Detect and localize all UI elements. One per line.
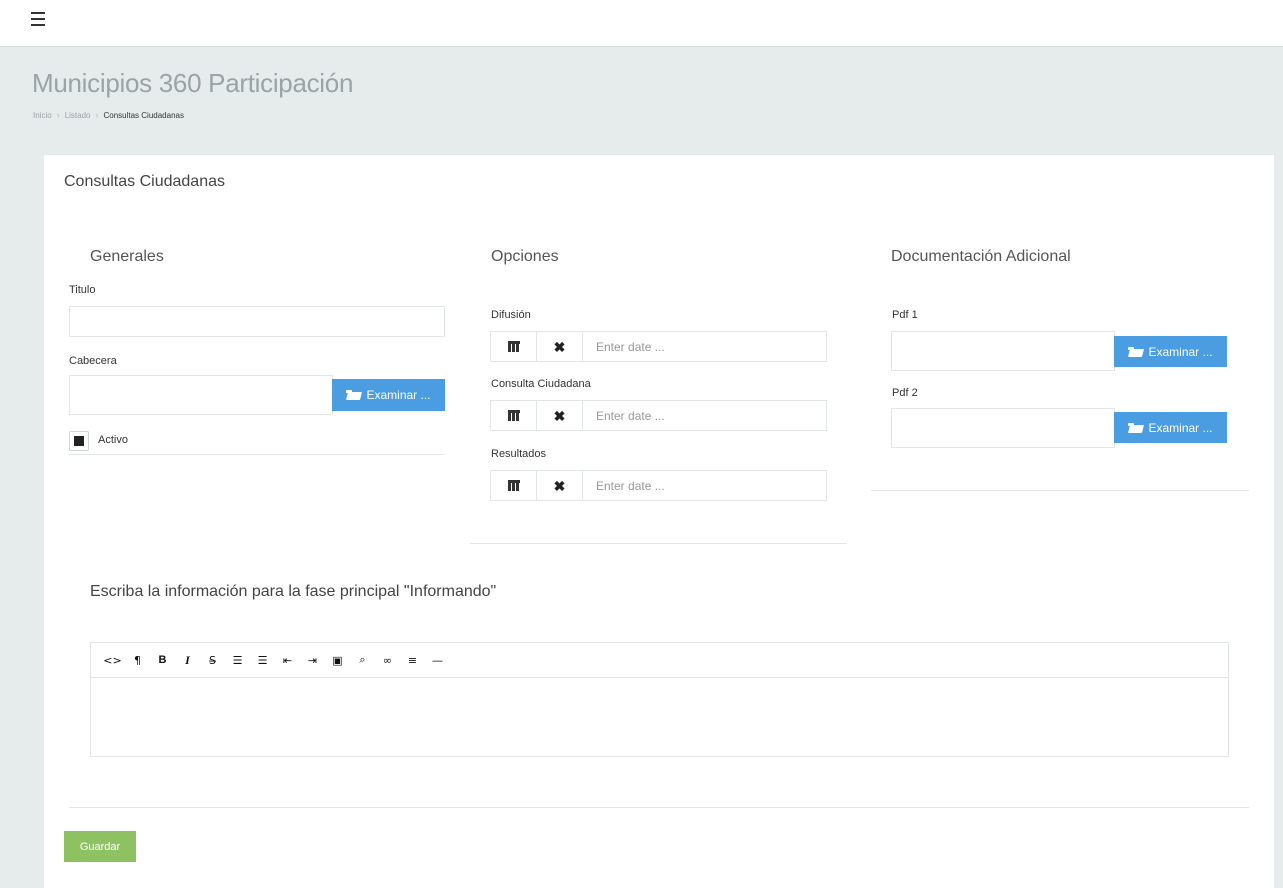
difusion-date-input[interactable] xyxy=(583,332,826,361)
close-icon: ✖ xyxy=(553,338,566,355)
section-title-generales: Generales xyxy=(90,248,164,265)
calendar-icon xyxy=(507,480,520,491)
calendar-icon xyxy=(507,341,520,352)
cabecera-file-input[interactable] xyxy=(69,375,333,415)
hamburger-menu-icon[interactable] xyxy=(31,12,45,26)
close-icon: ✖ xyxy=(553,477,566,494)
editor-content-area[interactable] xyxy=(91,678,1228,757)
clear-date-button[interactable]: ✖ xyxy=(537,401,583,430)
ordered-list-icon[interactable]: ☰ xyxy=(250,643,275,677)
folder-open-icon xyxy=(1128,422,1143,433)
titulo-input[interactable] xyxy=(69,306,445,337)
resultados-date-input[interactable] xyxy=(583,471,826,500)
calendar-icon xyxy=(507,410,520,421)
close-icon: ✖ xyxy=(553,407,566,424)
divider xyxy=(69,454,445,455)
bold-icon[interactable]: B xyxy=(150,643,175,677)
save-button[interactable]: Guardar xyxy=(64,831,136,862)
consulta-ciudadana-date-input[interactable] xyxy=(583,401,826,430)
divider xyxy=(470,543,847,544)
horizontal-rule-icon[interactable]: — xyxy=(425,643,450,677)
consulta-ciudadana-label: Consulta Ciudadana xyxy=(491,378,591,390)
difusion-date-picker: ✖ xyxy=(490,331,827,362)
pdf1-label: Pdf 1 xyxy=(892,309,918,321)
section-title-opciones: Opciones xyxy=(491,248,559,265)
code-view-icon[interactable]: <> xyxy=(100,643,125,677)
pdf1-file-input[interactable] xyxy=(891,331,1115,371)
card-title: Consultas Ciudadanas xyxy=(64,173,225,190)
browse-label: Examinar ... xyxy=(366,388,431,402)
activo-checkbox[interactable] xyxy=(69,431,89,451)
resultados-label: Resultados xyxy=(491,448,547,460)
unordered-list-icon[interactable]: ☰ xyxy=(225,643,250,677)
activo-label: Activo xyxy=(98,434,128,446)
link-icon[interactable]: ∞ xyxy=(375,643,400,677)
clear-date-button[interactable]: ✖ xyxy=(537,471,583,500)
image-icon[interactable]: ▣ xyxy=(325,643,350,677)
folder-open-icon xyxy=(346,390,361,400)
check-mark-icon xyxy=(74,436,84,446)
consulta-ciudadana-date-picker: ✖ xyxy=(490,400,827,431)
italic-icon[interactable]: I xyxy=(175,643,200,677)
attach-icon[interactable]: ⌕ xyxy=(350,643,375,677)
cabecera-label: Cabecera xyxy=(69,355,117,367)
difusion-label: Difusión xyxy=(491,309,531,321)
breadcrumb-listado[interactable]: Listado xyxy=(65,111,91,120)
section-title-documentacion: Documentación Adicional xyxy=(891,248,1071,265)
browse-label: Examinar ... xyxy=(1148,420,1213,435)
calendar-button[interactable] xyxy=(491,401,537,430)
paragraph-icon[interactable]: ¶ xyxy=(125,643,150,677)
strikethrough-icon[interactable]: S̶ xyxy=(200,643,225,677)
pdf2-browse-button[interactable]: Examinar ... xyxy=(1114,412,1227,443)
breadcrumb: Inicio › Listado › Consultas Ciudadanas xyxy=(33,110,184,120)
calendar-button[interactable] xyxy=(491,471,537,500)
breadcrumb-separator-icon: › xyxy=(95,110,99,120)
rich-text-editor: <> ¶ B I S̶ ☰ ☰ ⇤ ⇥ ▣ ⌕ ∞ ≡ — xyxy=(90,642,1229,757)
pdf2-file-input[interactable] xyxy=(891,408,1115,448)
outdent-icon[interactable]: ⇤ xyxy=(275,643,300,677)
resultados-date-picker: ✖ xyxy=(490,470,827,501)
form-card: Consultas Ciudadanas Generales Titulo Ca… xyxy=(44,155,1274,888)
breadcrumb-home[interactable]: Inicio xyxy=(33,111,52,120)
pdf1-browse-button[interactable]: Examinar ... xyxy=(1114,336,1227,367)
folder-open-icon xyxy=(1128,346,1143,357)
editor-instruction: Escriba la información para la fase prin… xyxy=(90,583,497,600)
divider xyxy=(69,807,1249,808)
breadcrumb-current: Consultas Ciudadanas xyxy=(103,110,184,120)
page-title: Municipios 360 Participación xyxy=(32,68,354,98)
pdf2-label: Pdf 2 xyxy=(892,387,918,399)
editor-toolbar: <> ¶ B I S̶ ☰ ☰ ⇤ ⇥ ▣ ⌕ ∞ ≡ — xyxy=(91,643,1228,678)
cabecera-browse-button[interactable]: Examinar ... xyxy=(332,379,445,411)
indent-icon[interactable]: ⇥ xyxy=(300,643,325,677)
top-bar xyxy=(0,0,1283,47)
breadcrumb-separator-icon: › xyxy=(56,110,60,120)
calendar-button[interactable] xyxy=(491,332,537,361)
browse-label: Examinar ... xyxy=(1148,344,1213,359)
align-icon[interactable]: ≡ xyxy=(400,643,425,677)
titulo-label: Titulo xyxy=(69,284,96,296)
divider xyxy=(871,490,1249,491)
clear-date-button[interactable]: ✖ xyxy=(537,332,583,361)
